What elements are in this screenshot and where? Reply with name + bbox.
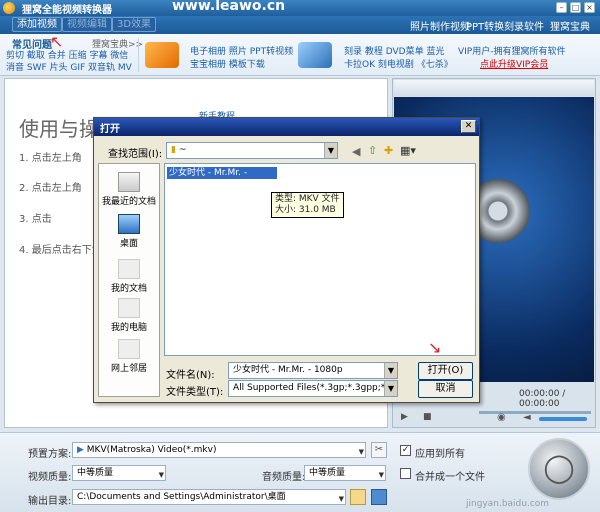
guide-step-4: 4. 最后点击右下角 [19,245,102,256]
ppt-convert-link[interactable]: PPT转换 [466,18,504,33]
stop-icon[interactable]: ■ [423,412,432,422]
network-icon [118,339,140,359]
open-button[interactable]: 打开(O) [418,362,473,380]
my-documents-icon [118,259,140,279]
title-bar: 狸窝全能视频转换器 www.leawo.cn – □ × [0,0,600,16]
dvd-burn-icon[interactable] [298,42,332,68]
file-tooltip: 类型: MKV 文件 大小: 31.0 MB [271,192,344,218]
video-quality-label: 视频质量: [28,472,72,483]
preview-header [394,80,594,96]
look-in-value: ~ [178,145,187,155]
app-logo-icon [3,2,15,14]
dialog-close-icon[interactable]: ✕ [461,120,476,133]
view-menu-icon[interactable]: ▦▾ [400,144,416,157]
merge-checkbox[interactable] [400,468,411,479]
recent-docs-icon [118,172,140,192]
desktop-item[interactable]: 桌面 [99,214,159,249]
divider [138,38,139,72]
photo-album-icon[interactable] [145,42,179,68]
burn-software-link[interactable]: 刻录软件 [504,18,544,33]
convert-icon: ◯ [543,451,575,484]
ad-album-line1[interactable]: 电子相册 照片 PPT转视频 [190,44,293,57]
settings-panel: 预置方案: ▶ MKV(Matroska) Video(*.mkv) ▼ ✂ ✓… [0,432,600,512]
recent-documents-item[interactable]: 我最近的文档 [99,172,159,207]
preset-label: 预置方案: [28,449,72,460]
new-folder-icon[interactable]: ✚ [384,144,393,157]
3d-effect-button[interactable]: 3D效果 [112,17,157,32]
open-file-dialog: 打开 ✕ 查找范围(I): ▮ ~ ▼ ◀ ⇧ ✚ ▦▾ 我最近的文档 桌面 我… [93,117,480,403]
tooltip-type: 类型: MKV 文件 [275,194,340,204]
cancel-button[interactable]: 取消 [418,380,473,398]
time-readout: 00:00:00 / 00:00:00 [519,389,566,409]
seek-slider[interactable] [479,411,591,414]
volume-icon[interactable]: ◄ [523,412,531,423]
window-title: 狸窝全能视频转换器 [22,5,112,16]
output-label: 输出目录: [28,496,72,507]
guide-link[interactable]: 狸窝宝典 [550,18,590,33]
ad-album-line2[interactable]: 宝宝相册 模板下载 [190,57,265,70]
photo-video-link[interactable]: 照片制作视频 [410,18,470,33]
look-in-combo[interactable]: ▮ ~ ▼ [166,142,338,159]
guide-step-3: 3. 点击 [19,214,52,225]
red-arrow-annotation: ↘ [428,338,442,357]
red-arrow-annotation-top: ↖ [50,32,64,51]
video-quality-select[interactable]: 中等质量 ▼ [72,465,166,481]
back-icon[interactable]: ◀ [352,145,360,158]
places-bar: 我最近的文档 桌面 我的文档 我的电脑 网上邻居 [98,163,160,397]
desktop-icon [118,214,140,234]
audio-quality-label: 音频质量: [262,472,306,483]
maximize-icon[interactable]: □ [570,2,581,13]
baidu-watermark: jingyan.baidu.com [466,499,550,509]
video-edit-button[interactable]: 视频编辑 [62,17,112,32]
my-computer-icon [118,298,140,318]
ad-strip: 常见问题 狸窝宝典>> 剪切 截取 合并 压缩 字幕 微信 消音 SWF 片头 … [0,34,600,76]
my-computer-item[interactable]: 我的电脑 [99,298,159,333]
audio-quality-select[interactable]: 中等质量 ▼ [304,465,386,481]
site-watermark: www.leawo.cn [172,0,286,14]
close-icon[interactable]: × [584,2,595,13]
filename-label: 文件名(N): [166,370,215,381]
filetype-select[interactable]: All Supported Files(*.3gp;*.3gpp;*.3g ▼ [228,380,398,397]
file-item[interactable]: 少女时代 - Mr.Mr. - 1080p [167,167,277,190]
output-path-select[interactable]: C:\Documents and Settings\Administrator\… [72,489,346,505]
vip-upgrade-link[interactable]: 点此升级VIP会员 [480,57,548,70]
minimize-icon[interactable]: – [556,2,567,13]
network-item[interactable]: 网上邻居 [99,339,159,374]
convert-button[interactable]: ◯ [528,438,590,500]
ad-burn-line2[interactable]: 卡拉OK 刻电视剧 《七杀》 [344,57,453,70]
file-list[interactable]: 少女时代 - Mr.Mr. - 1080p 类型: MKV 文件 大小: 31.… [164,163,476,356]
ad-features-line2[interactable]: 消音 SWF 片头 GIF 双音轨 MV [6,60,132,73]
filename-input[interactable]: 少女时代 - Mr.Mr. - 1080p ▼ [228,362,398,379]
filetype-label: 文件类型(T): [166,387,224,398]
volume-slider[interactable] [539,417,587,421]
preset-settings-icon[interactable]: ✂ [371,442,387,458]
tooltip-size: 大小: 31.0 MB [275,205,336,215]
snapshot-icon[interactable]: ◉ [497,412,506,423]
look-in-label: 查找范围(I): [108,149,163,160]
up-folder-icon[interactable]: ⇧ [368,144,377,157]
ad-burn-line1[interactable]: 刻录 教程 DVD菜单 蓝光 [344,44,444,57]
guide-step-1: 1. 点击左上角 [19,153,82,164]
play-icon[interactable]: ▶ [401,412,408,422]
apply-all-label: 应用到所有 [415,449,465,460]
browse-folder-icon[interactable] [350,489,366,505]
open-output-icon[interactable] [371,489,387,505]
my-documents-item[interactable]: 我的文档 [99,259,159,294]
main-toolbar: 添加视频 视频编辑 3D效果 照片制作视频 PPT转换 刻录软件 狸窝宝典 [0,16,600,34]
apply-all-checkbox[interactable]: ✓ [400,445,411,456]
preset-select[interactable]: ▶ MKV(Matroska) Video(*.mkv) ▼ [72,442,366,458]
dialog-title: 打开 [94,118,479,136]
merge-label: 合并成一个文件 [415,472,485,483]
add-video-button[interactable]: 添加视频 [12,17,62,32]
vip-line[interactable]: VIP用户-拥有狸窝所有软件 [458,44,566,57]
guide-step-2: 2. 点击左上角 [19,183,82,194]
